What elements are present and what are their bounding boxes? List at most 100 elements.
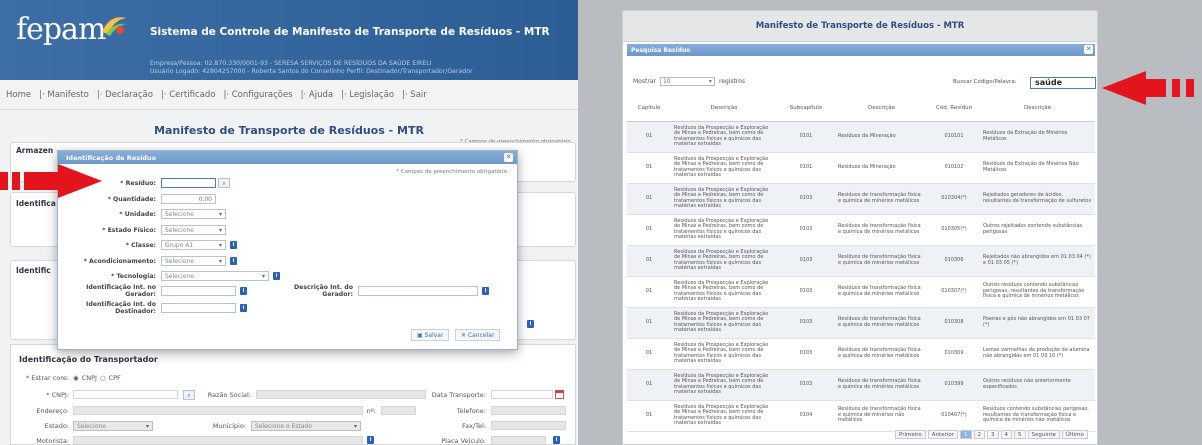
table-row[interactable]: 01 Resíduos da Prospecção e Exploração de… — [627, 121, 1095, 153]
nav-configuracoes[interactable]: |· Configurações — [223, 90, 292, 100]
tecnologia-select[interactable]: Selecione — [161, 271, 269, 281]
table-row[interactable]: 01 Resíduos da Prospecção e Exploração de… — [627, 214, 1095, 246]
table-cell: Resíduos de transformação física e quími… — [835, 369, 928, 401]
arrow-stripe — [12, 172, 20, 190]
residuo-input[interactable] — [161, 178, 216, 188]
session-user: Usuário Logado: 42804257000 - Roberta Sa… — [150, 68, 473, 75]
nav-manifesto[interactable]: |· Manifesto — [39, 90, 89, 100]
desc-gerador-input[interactable] — [358, 286, 478, 296]
bg-label-armazen: Armazen — [16, 146, 54, 155]
table-row[interactable]: 01 Resíduos da Prospecção e Exploração de… — [627, 152, 1095, 184]
modal-close-icon[interactable]: ✕ — [504, 153, 513, 162]
records-label: registros — [718, 78, 746, 85]
table-cell: Poeiras e pós não abrangidos em 01 03 07… — [980, 307, 1095, 339]
municipio-select[interactable]: Selecione o Estado — [251, 421, 361, 431]
search-close-icon[interactable]: ✕ — [1084, 45, 1093, 54]
page-button[interactable]: 5 — [1014, 430, 1026, 439]
calendar-icon[interactable] — [555, 390, 564, 399]
cancel-button[interactable]: ✕ Cancelar — [455, 329, 501, 341]
column-header[interactable]: Descrição — [835, 95, 928, 122]
column-header[interactable]: Capítulo — [627, 95, 671, 122]
table-row[interactable]: 01 Resíduos da Prospecção e Exploração de… — [627, 307, 1095, 339]
nav-certificado[interactable]: |· Certificado — [161, 90, 215, 100]
quantidade-input[interactable]: 0,00 — [161, 194, 216, 204]
desc-gerador-info-icon[interactable]: i — [482, 287, 489, 295]
acondicionamento-select[interactable]: Selecione — [161, 256, 226, 266]
nav-declaracao[interactable]: |· Declaração — [97, 90, 153, 100]
modal-title: Identificação de Resíduo — [66, 154, 157, 162]
unidade-select[interactable]: Selecione — [161, 209, 226, 219]
page-button[interactable]: 2 — [973, 430, 986, 439]
table-cell: 0103 — [777, 214, 835, 246]
table-row[interactable]: 01 Resíduos da Prospecção e Exploração de… — [627, 400, 1095, 432]
show-label: Mostrar — [633, 78, 656, 85]
column-header[interactable]: Cód. Resíduo — [928, 95, 980, 122]
nav-home[interactable]: Home — [6, 90, 31, 100]
table-cell: Resíduos da Prospecção e Exploração de M… — [671, 400, 777, 432]
fax-input[interactable] — [491, 421, 566, 430]
classe-select[interactable]: Grupo A1 — [161, 240, 226, 250]
table-cell: 0103 — [777, 276, 835, 308]
table-cell: 010304(*) — [928, 183, 980, 215]
table-cell: Resíduos da Prospecção e Exploração de M… — [671, 152, 777, 184]
nav-configuracoes-label: Configurações — [231, 89, 293, 100]
telefone-input[interactable] — [491, 406, 566, 415]
id-gerador-input[interactable] — [161, 286, 236, 296]
nav-ajuda[interactable]: |· Ajuda — [301, 90, 333, 100]
session-info: Empresa/Pessoa: 02.870.330/0001-93 - SER… — [150, 60, 473, 76]
table-cell: 010305(*) — [928, 214, 980, 246]
residuo-search-icon[interactable]: ⌕ — [218, 178, 230, 188]
tecnologia-info-icon[interactable]: i — [273, 272, 280, 280]
estado-select[interactable]: Selecione — [73, 421, 153, 431]
page-button[interactable]: Anterior — [927, 430, 959, 439]
table-row[interactable]: 01 Resíduos da Prospecção e Exploração de… — [627, 245, 1095, 277]
motorista-input[interactable] — [73, 436, 363, 445]
table-cell: 01 — [627, 338, 671, 370]
info-icon[interactable]: i — [527, 320, 534, 328]
acondicionamento-label: * Acondicionamento: — [83, 257, 156, 265]
id-destinador-info-icon[interactable]: i — [240, 304, 247, 312]
table-cell: Resíduos da Mineração — [835, 121, 928, 153]
cnpj-input[interactable] — [73, 390, 178, 399]
data-transporte-input[interactable] — [491, 390, 553, 399]
motorista-info-icon[interactable]: i — [367, 436, 374, 444]
nav-legislacao[interactable]: |· Legislação — [341, 90, 394, 100]
save-button[interactable]: ▣ Salvar — [411, 329, 450, 341]
page-button[interactable]: Primeiro — [895, 430, 926, 439]
page-button[interactable]: 3 — [987, 430, 999, 439]
acondicionamento-info-icon[interactable]: i — [230, 257, 237, 265]
table-cell: 010101 — [928, 121, 980, 153]
arrow-head — [58, 164, 102, 198]
page-button[interactable]: Último — [1061, 430, 1088, 439]
radio-cpf[interactable]: ○ — [100, 374, 106, 382]
table-row[interactable]: 01 Resíduos da Prospecção e Exploração de… — [627, 369, 1095, 401]
razao-input[interactable] — [256, 390, 426, 399]
table-cell: 01 — [627, 183, 671, 215]
desc-gerador-label: Descrição Int. do Gerador: — [294, 284, 353, 298]
placa-info-icon[interactable]: i — [553, 436, 560, 444]
column-header[interactable]: Descrição — [980, 95, 1095, 122]
classe-info-icon[interactable]: i — [230, 241, 237, 249]
table-row[interactable]: 01 Resíduos da Prospecção e Exploração de… — [627, 276, 1095, 308]
table-cell: 010306 — [928, 245, 980, 277]
records-per-page-select[interactable]: 10 ▾ — [659, 77, 715, 86]
endereco-input[interactable] — [73, 406, 363, 415]
estado-fisico-select[interactable]: Selecione — [161, 225, 226, 235]
id-destinador-input[interactable] — [161, 303, 236, 313]
column-header[interactable]: Subcapítulo — [777, 95, 835, 122]
column-header[interactable]: Descrição — [671, 95, 777, 122]
arrow-stripe — [1186, 79, 1194, 97]
nav-sair[interactable]: |· Sair — [402, 90, 427, 100]
id-gerador-info-icon[interactable]: i — [240, 287, 247, 295]
table-row[interactable]: 01 Resíduos da Prospecção e Exploração de… — [627, 338, 1095, 370]
page-button[interactable]: 1 — [960, 430, 972, 439]
placa-input[interactable] — [491, 436, 546, 445]
modal-title-bar: Identificação de Resíduo ✕ — [58, 151, 517, 164]
table-header-row: Capítulo Descrição Subcapítulo Descrição Cód… — [627, 95, 1095, 122]
table-row[interactable]: 01 Resíduos da Prospecção e Exploração de… — [627, 183, 1095, 215]
page-button[interactable]: 4 — [1000, 430, 1013, 439]
radio-cnpj[interactable]: ◉ — [73, 374, 79, 382]
records-control: Mostrar 10 ▾ registros — [633, 77, 745, 86]
page-button[interactable]: Seguinte — [1027, 430, 1060, 439]
search-input[interactable]: saúde — [1030, 77, 1096, 89]
